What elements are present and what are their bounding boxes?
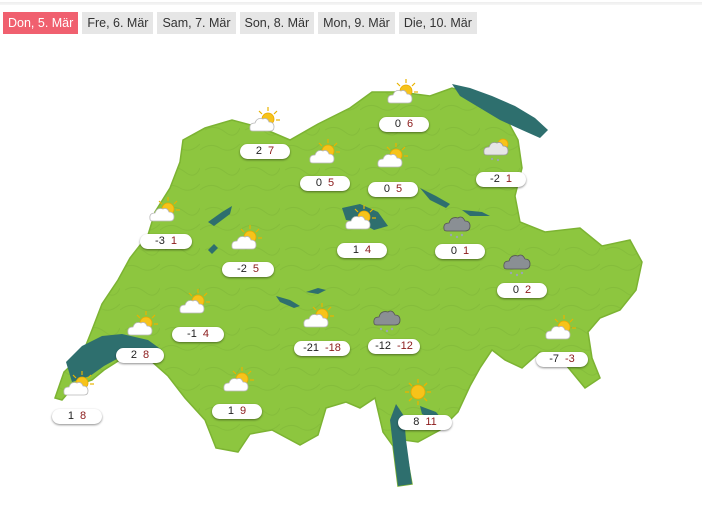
max-temperature: 1 <box>463 245 470 257</box>
min-temperature: 8 <box>413 416 420 428</box>
max-temperature: 11 <box>425 416 437 428</box>
min-temperature: -3 <box>155 235 165 247</box>
max-temperature: 8 <box>143 349 150 361</box>
max-temperature: 9 <box>240 405 247 417</box>
max-temperature: 1 <box>505 173 512 185</box>
station-temperature-pill[interactable]: 19 <box>212 404 262 419</box>
station-temperature-pill[interactable]: -2 5 <box>222 262 274 277</box>
min-temperature: -2 <box>490 173 500 185</box>
station-temperature-pill[interactable]: -2 1 <box>476 172 526 187</box>
station-temperature-pill[interactable]: -21 -18 <box>294 341 350 356</box>
station-temperature-pill[interactable]: -1 4 <box>172 327 224 342</box>
min-temperature: -1 <box>187 328 197 340</box>
station-temperature-pill[interactable]: 27 <box>240 144 290 159</box>
max-temperature: -3 <box>565 353 575 365</box>
min-temperature: 0 <box>383 183 390 195</box>
station-temperature-pill[interactable]: -3 1 <box>140 234 192 249</box>
station-temperature-pill[interactable]: 8 11 <box>398 415 452 430</box>
station-temperature-pill[interactable]: -7 -3 <box>536 352 588 367</box>
min-temperature: 0 <box>315 177 322 189</box>
terrain-texture <box>55 88 642 486</box>
min-temperature: -12 <box>375 340 391 352</box>
min-temperature: -7 <box>549 353 559 365</box>
min-temperature: 1 <box>67 410 74 422</box>
max-temperature: 7 <box>268 145 275 157</box>
max-temperature: 6 <box>407 118 414 130</box>
max-temperature: 8 <box>80 410 87 422</box>
min-temperature: 2 <box>130 349 137 361</box>
station-temperature-pill[interactable]: 18 <box>52 409 102 424</box>
min-temperature: 0 <box>394 118 401 130</box>
max-temperature: -18 <box>325 342 341 354</box>
max-temperature: 1 <box>170 235 177 247</box>
min-temperature: 0 <box>512 284 519 296</box>
min-temperature: -2 <box>237 263 247 275</box>
station-temperature-pill[interactable]: 05 <box>368 182 418 197</box>
min-temperature: -21 <box>303 342 319 354</box>
station-temperature-pill[interactable]: 01 <box>435 244 485 259</box>
station-temperature-pill[interactable]: 05 <box>300 176 350 191</box>
station-temperature-pill[interactable]: 14 <box>337 243 387 258</box>
min-temperature: 1 <box>352 244 359 256</box>
max-temperature: 2 <box>525 284 532 296</box>
station-temperature-pill[interactable]: 06 <box>379 117 429 132</box>
max-temperature: 4 <box>365 244 372 256</box>
max-temperature: 5 <box>252 263 259 275</box>
station-temperature-pill[interactable]: 02 <box>497 283 547 298</box>
min-temperature: 2 <box>255 145 262 157</box>
max-temperature: 4 <box>202 328 209 340</box>
max-temperature: 5 <box>328 177 335 189</box>
station-temperature-pill[interactable]: -12 -12 <box>368 339 420 354</box>
min-temperature: 0 <box>450 245 457 257</box>
station-temperature-pill[interactable]: 28 <box>116 348 164 363</box>
max-temperature: -12 <box>397 340 413 352</box>
min-temperature: 1 <box>227 405 234 417</box>
max-temperature: 5 <box>396 183 403 195</box>
